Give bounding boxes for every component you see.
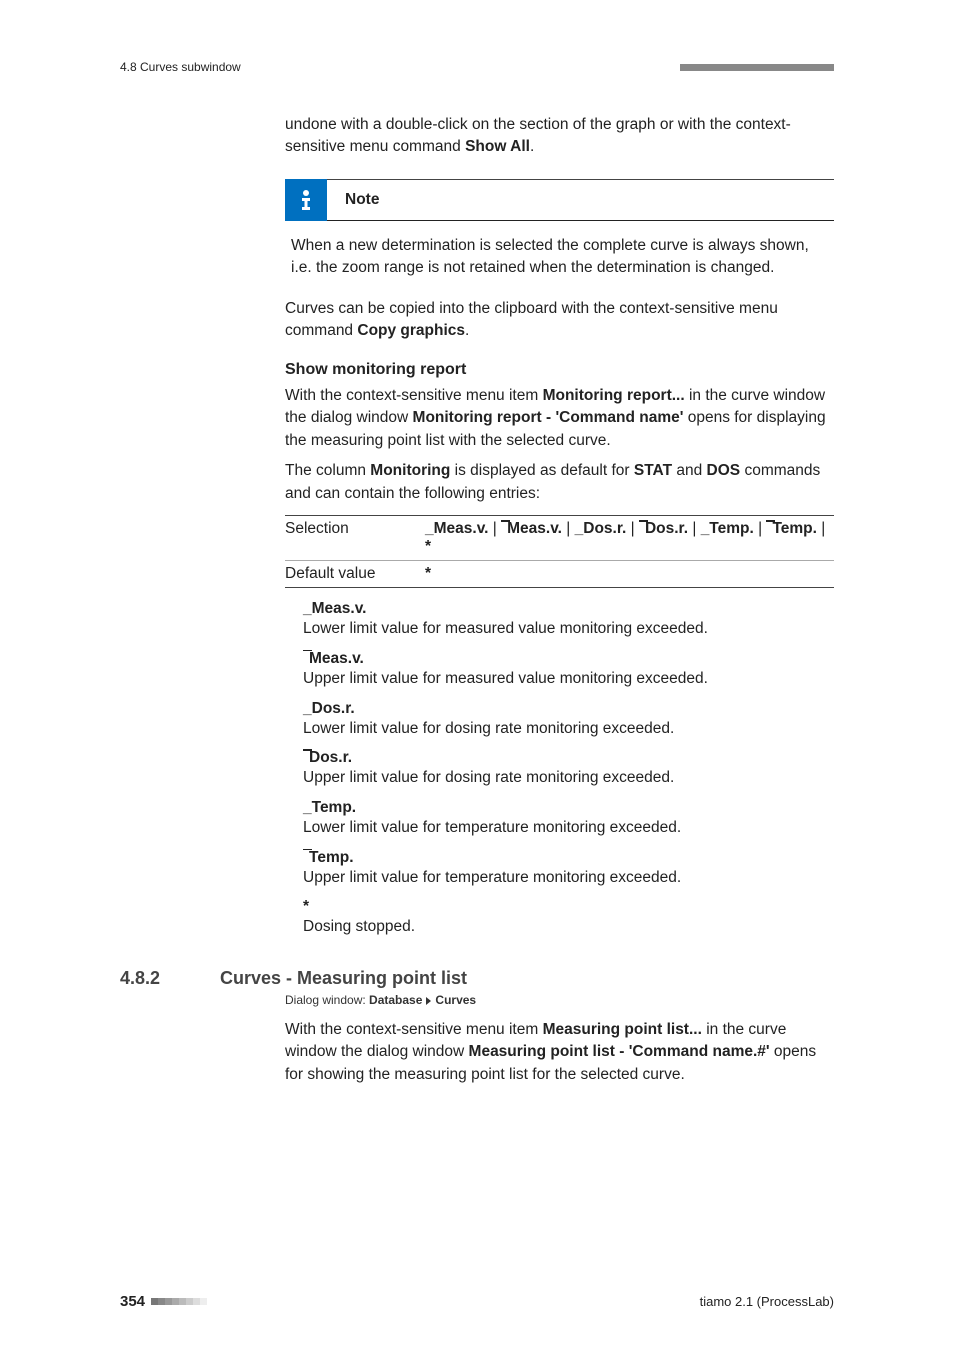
text: undone with a double-click on the sectio… — [285, 116, 791, 155]
note-box: Note When a new determination is selecte… — [285, 179, 834, 280]
dialog-name: Measuring point list - 'Command name.#' — [469, 1043, 770, 1060]
page-header: 4.8 Curves subwindow — [120, 60, 834, 74]
section-heading: Show monitoring report — [285, 361, 834, 379]
list-item: _Meas.v.Lower limit value for measured v… — [303, 600, 834, 640]
page-number: 354 — [120, 1293, 145, 1310]
table-key: Selection — [285, 516, 425, 561]
text: . — [465, 322, 469, 339]
entry-term: Dos.r. — [303, 749, 834, 767]
command-name: Show All — [465, 138, 530, 155]
dialog-name: Monitoring report - 'Command name' — [413, 409, 684, 426]
subsection-heading: 4.8.2 Curves - Measuring point list — [120, 968, 834, 989]
entry-description: Upper limit value for dosing rate monito… — [303, 767, 834, 789]
column-name: Monitoring — [370, 462, 450, 479]
text: . — [530, 138, 534, 155]
note-body: When a new determination is selected the… — [285, 235, 834, 280]
entry-description: Lower limit value for measured value mon… — [303, 618, 834, 640]
list-item: Temp.Upper limit value for temperature m… — [303, 849, 834, 889]
list-item: *Dosing stopped. — [303, 898, 834, 938]
path-part: Database — [369, 993, 422, 1007]
entry-description: Lower limit value for temperature monito… — [303, 817, 834, 839]
selection-option: Meas.v. — [501, 520, 562, 537]
text: With the context-sensitive menu item — [285, 387, 543, 404]
heading-number: 4.8.2 — [120, 968, 220, 989]
entry-term: _Temp. — [303, 799, 834, 817]
entry-term: _Dos.r. — [303, 700, 834, 718]
info-icon — [285, 179, 327, 221]
entries-list: _Meas.v.Lower limit value for measured v… — [285, 600, 834, 938]
default-value: * — [425, 565, 431, 582]
entry-term: * — [303, 898, 834, 916]
paragraph: Curves can be copied into the clipboard … — [285, 298, 834, 343]
table-row: Selection _Meas.v. | Meas.v. | _Dos.r. |… — [285, 516, 834, 561]
command-name: STAT — [634, 462, 672, 479]
paragraph: With the context-sensitive menu item Mon… — [285, 385, 834, 452]
header-ornament — [680, 64, 834, 71]
table-row: Default value * — [285, 561, 834, 588]
command-name: DOS — [707, 462, 741, 479]
path-part: Curves — [435, 993, 476, 1007]
list-item: _Dos.r.Lower limit value for dosing rate… — [303, 700, 834, 740]
entry-description: Upper limit value for temperature monito… — [303, 867, 834, 889]
paragraph: The column Monitoring is displayed as de… — [285, 460, 834, 505]
list-item: _Temp.Lower limit value for temperature … — [303, 799, 834, 839]
menu-item-name: Monitoring report... — [543, 387, 685, 404]
page-footer: 354 tiamo 2.1 (ProcessLab) — [120, 1293, 834, 1310]
footer-right: tiamo 2.1 (ProcessLab) — [700, 1294, 834, 1309]
table-value: * — [425, 561, 834, 588]
entry-description: Lower limit value for dosing rate monito… — [303, 718, 834, 740]
footer-ornament — [151, 1298, 207, 1305]
table-key: Default value — [285, 561, 425, 588]
selection-option: _Temp. — [701, 520, 754, 537]
menu-item-name: Measuring point list... — [543, 1021, 702, 1038]
list-item: Meas.v.Upper limit value for measured va… — [303, 650, 834, 690]
selection-option: _Meas.v. — [425, 520, 488, 537]
text: The column — [285, 462, 370, 479]
chevron-right-icon — [426, 997, 431, 1005]
selection-option: Temp. — [766, 520, 817, 537]
paragraph: With the context-sensitive menu item Mea… — [285, 1019, 834, 1086]
table-value: _Meas.v. | Meas.v. | _Dos.r. | Dos.r. | … — [425, 516, 834, 561]
entry-term: Meas.v. — [303, 650, 834, 668]
entry-term: _Meas.v. — [303, 600, 834, 618]
entry-description: Upper limit value for measured value mon… — [303, 668, 834, 690]
entry-description: Dosing stopped. — [303, 916, 834, 938]
list-item: Dos.r.Upper limit value for dosing rate … — [303, 749, 834, 789]
paragraph: undone with a double-click on the sectio… — [285, 114, 834, 159]
text: is displayed as default for — [450, 462, 634, 479]
text: Dialog window: — [285, 993, 369, 1007]
command-name: Copy graphics — [357, 322, 465, 339]
main-content: undone with a double-click on the sectio… — [285, 114, 834, 938]
note-title: Note — [345, 191, 379, 209]
selection-option: Dos.r. — [639, 520, 688, 537]
heading-title: Curves - Measuring point list — [220, 968, 467, 989]
text: With the context-sensitive menu item — [285, 1021, 543, 1038]
header-left: 4.8 Curves subwindow — [120, 60, 241, 74]
selection-option: _Dos.r. — [575, 520, 627, 537]
entry-term: Temp. — [303, 849, 834, 867]
selection-table: Selection _Meas.v. | Meas.v. | _Dos.r. |… — [285, 515, 834, 588]
selection-option: * — [425, 538, 431, 555]
dialog-path: Dialog window: Database Curves — [285, 993, 834, 1007]
text: and — [672, 462, 706, 479]
